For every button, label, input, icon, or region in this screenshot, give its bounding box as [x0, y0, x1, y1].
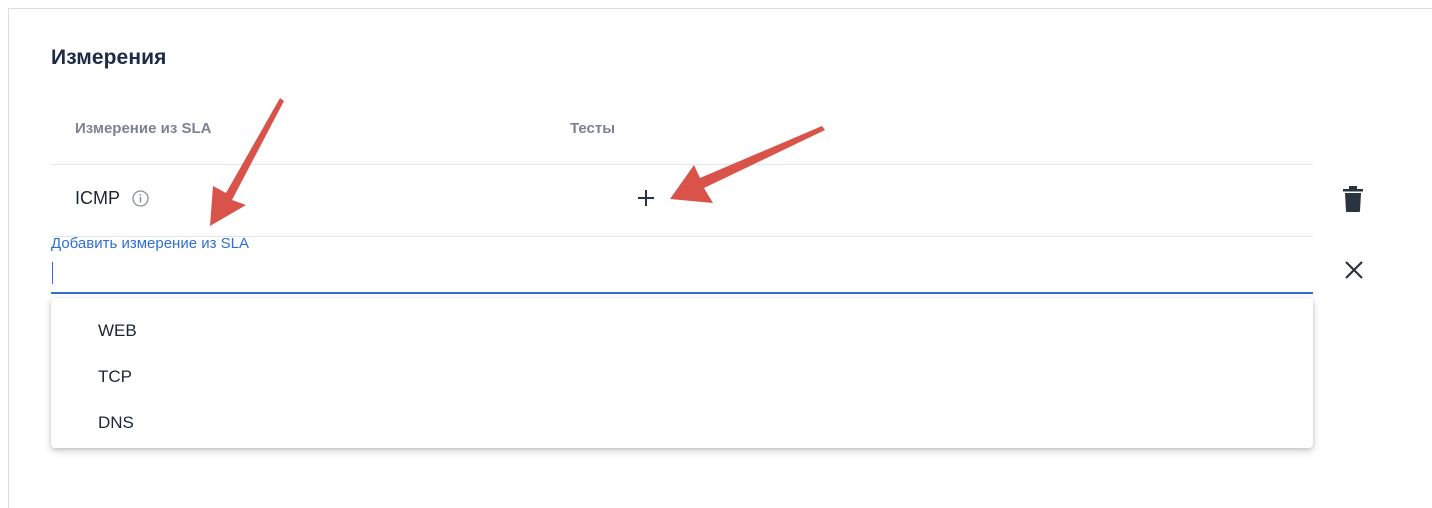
- table-row-icmp: ICMP: [75, 188, 149, 209]
- dropdown-option-dns[interactable]: DNS: [51, 400, 1313, 446]
- table-header-divider: [51, 164, 1313, 165]
- measurement-dropdown: WEB TCP DNS: [51, 298, 1313, 448]
- add-measurement-input[interactable]: [51, 256, 1313, 294]
- column-header-tests: Тесты: [570, 120, 616, 137]
- cancel-add-button[interactable]: [1340, 256, 1368, 284]
- plus-icon: [638, 190, 654, 206]
- column-header-sla-measurement: Измерение из SLA: [75, 120, 212, 137]
- section-title: Измерения: [51, 46, 167, 69]
- trash-icon: [1343, 186, 1363, 212]
- dropdown-option-tcp[interactable]: TCP: [51, 354, 1313, 400]
- add-measurement-label: Добавить измерение из SLA: [51, 235, 250, 252]
- delete-measurement-button[interactable]: [1340, 184, 1366, 214]
- dropdown-option-web[interactable]: WEB: [51, 308, 1313, 354]
- text-caret: [52, 262, 53, 284]
- close-icon: [1345, 261, 1363, 279]
- add-test-button[interactable]: [632, 184, 660, 212]
- measurement-name: ICMP: [75, 188, 120, 208]
- info-icon[interactable]: [132, 190, 149, 207]
